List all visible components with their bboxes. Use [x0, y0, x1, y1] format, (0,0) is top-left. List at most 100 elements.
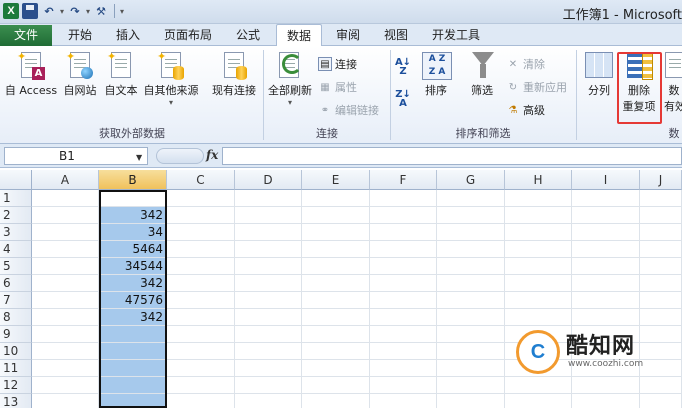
- cell-g13[interactable]: [437, 394, 505, 408]
- cell-b11[interactable]: [99, 360, 167, 377]
- sort-button[interactable]: A ZZ A 排序: [420, 50, 452, 98]
- cell-j3[interactable]: [640, 224, 682, 241]
- save-icon[interactable]: [22, 3, 38, 19]
- undo-dropdown-icon[interactable]: ▾: [60, 7, 64, 16]
- cell-a2[interactable]: [32, 207, 99, 224]
- cell-f7[interactable]: [370, 292, 437, 309]
- cell-d9[interactable]: [235, 326, 302, 343]
- select-all-corner[interactable]: [0, 170, 32, 190]
- cell-e13[interactable]: [302, 394, 370, 408]
- cell-c6[interactable]: [167, 275, 235, 292]
- cell-a3[interactable]: [32, 224, 99, 241]
- cell-g11[interactable]: [437, 360, 505, 377]
- cell-j7[interactable]: [640, 292, 682, 309]
- data-validation-button[interactable]: 数 有效: [664, 50, 682, 114]
- existing-connections-button[interactable]: 现有连接: [208, 50, 260, 98]
- formula-input[interactable]: [222, 147, 682, 165]
- cell-a5[interactable]: [32, 258, 99, 275]
- connections-button[interactable]: ▤ 连接: [318, 56, 357, 72]
- row-header-8[interactable]: 8: [0, 309, 32, 326]
- cell-a13[interactable]: [32, 394, 99, 408]
- cell-g9[interactable]: [437, 326, 505, 343]
- row-header-7[interactable]: 7: [0, 292, 32, 309]
- cell-a12[interactable]: [32, 377, 99, 394]
- cell-f5[interactable]: [370, 258, 437, 275]
- cell-b12[interactable]: [99, 377, 167, 394]
- column-header-e[interactable]: E: [302, 170, 370, 190]
- cell-b5[interactable]: 34544: [99, 258, 167, 275]
- from-text-button[interactable]: ✦ 自文本: [101, 50, 141, 98]
- row-header-13[interactable]: 13: [0, 394, 32, 408]
- cell-b8[interactable]: 342: [99, 309, 167, 326]
- cell-h6[interactable]: [505, 275, 572, 292]
- cell-j4[interactable]: [640, 241, 682, 258]
- cell-j6[interactable]: [640, 275, 682, 292]
- cell-c1[interactable]: [167, 190, 235, 207]
- cell-d12[interactable]: [235, 377, 302, 394]
- cell-f8[interactable]: [370, 309, 437, 326]
- cell-d11[interactable]: [235, 360, 302, 377]
- row-header-1[interactable]: 1: [0, 190, 32, 207]
- cell-d10[interactable]: [235, 343, 302, 360]
- reapply-button[interactable]: ↻ 重新应用: [506, 79, 567, 95]
- cell-d6[interactable]: [235, 275, 302, 292]
- row-header-6[interactable]: 6: [0, 275, 32, 292]
- cell-d7[interactable]: [235, 292, 302, 309]
- tab-insert[interactable]: 插入: [110, 24, 146, 46]
- cell-e7[interactable]: [302, 292, 370, 309]
- row-header-9[interactable]: 9: [0, 326, 32, 343]
- cell-i7[interactable]: [572, 292, 640, 309]
- cell-g3[interactable]: [437, 224, 505, 241]
- cell-b7[interactable]: 47576: [99, 292, 167, 309]
- cell-f4[interactable]: [370, 241, 437, 258]
- cell-c12[interactable]: [167, 377, 235, 394]
- cell-e1[interactable]: [302, 190, 370, 207]
- tab-view[interactable]: 视图: [378, 24, 414, 46]
- cell-c9[interactable]: [167, 326, 235, 343]
- cell-c5[interactable]: [167, 258, 235, 275]
- cell-c7[interactable]: [167, 292, 235, 309]
- cell-i1[interactable]: [572, 190, 640, 207]
- tab-developer[interactable]: 开发工具: [426, 24, 486, 46]
- cell-d8[interactable]: [235, 309, 302, 326]
- filter-button[interactable]: 筛选: [466, 50, 498, 98]
- customize-icon[interactable]: ⚒: [93, 3, 109, 19]
- cell-e12[interactable]: [302, 377, 370, 394]
- cell-g1[interactable]: [437, 190, 505, 207]
- cell-c10[interactable]: [167, 343, 235, 360]
- from-other-sources-button[interactable]: ✦ 自其他来源 ▾: [140, 50, 202, 107]
- cell-j13[interactable]: [640, 394, 682, 408]
- cell-a11[interactable]: [32, 360, 99, 377]
- cell-f12[interactable]: [370, 377, 437, 394]
- cell-g2[interactable]: [437, 207, 505, 224]
- cell-b4[interactable]: 5464: [99, 241, 167, 258]
- cell-g10[interactable]: [437, 343, 505, 360]
- cell-d1[interactable]: [235, 190, 302, 207]
- row-header-10[interactable]: 10: [0, 343, 32, 360]
- cell-j5[interactable]: [640, 258, 682, 275]
- from-web-button[interactable]: ✦ 自网站: [60, 50, 100, 98]
- cell-g7[interactable]: [437, 292, 505, 309]
- cell-h1[interactable]: [505, 190, 572, 207]
- cell-b2[interactable]: 342: [99, 207, 167, 224]
- cell-g6[interactable]: [437, 275, 505, 292]
- redo-dropdown-icon[interactable]: ▾: [86, 7, 90, 16]
- column-header-j[interactable]: J: [640, 170, 682, 190]
- cell-g12[interactable]: [437, 377, 505, 394]
- cell-d2[interactable]: [235, 207, 302, 224]
- cell-h5[interactable]: [505, 258, 572, 275]
- tab-review[interactable]: 审阅: [330, 24, 366, 46]
- refresh-all-button[interactable]: 全部刷新 ▾: [266, 50, 314, 107]
- cell-b13[interactable]: [99, 394, 167, 408]
- column-header-d[interactable]: D: [235, 170, 302, 190]
- column-header-i[interactable]: I: [572, 170, 640, 190]
- cell-b9[interactable]: [99, 326, 167, 343]
- cell-f2[interactable]: [370, 207, 437, 224]
- cell-b1[interactable]: [99, 190, 167, 207]
- tab-page-layout[interactable]: 页面布局: [158, 24, 218, 46]
- tab-formulas[interactable]: 公式: [230, 24, 266, 46]
- cell-e9[interactable]: [302, 326, 370, 343]
- row-header-3[interactable]: 3: [0, 224, 32, 241]
- cell-g8[interactable]: [437, 309, 505, 326]
- row-header-5[interactable]: 5: [0, 258, 32, 275]
